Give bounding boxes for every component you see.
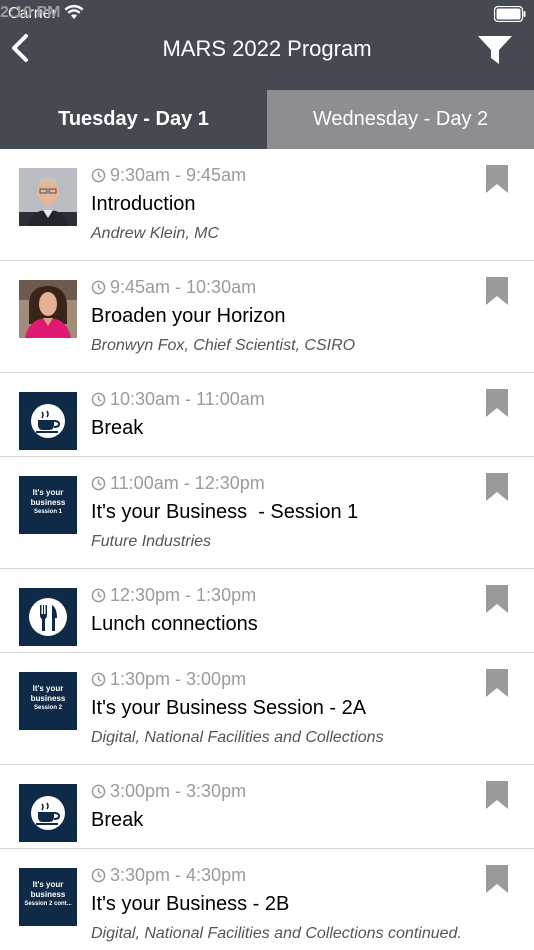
session-title: Lunch connections [91, 613, 258, 635]
speaker-photo-andrew-klein [19, 168, 77, 226]
session-time: 10:30am - 11:00am [110, 389, 265, 409]
thumbnail-subtitle: Session 2 [33, 705, 62, 711]
bookmark-icon[interactable] [486, 165, 508, 193]
clock-icon [91, 476, 106, 491]
session-track: Digital, National Facilities and Collect… [91, 729, 384, 746]
session-track: Future Industries [91, 533, 212, 550]
session-row[interactable]: It's your business Session 2 cont... 3:3… [0, 849, 534, 950]
session-row[interactable]: 12:30pm - 1:30pm Lunch connections [0, 569, 534, 653]
session-speaker: Bronwyn Fox, Chief Scientist, CSIRO [91, 337, 356, 354]
bookmark-icon[interactable] [486, 473, 508, 501]
bookmark-icon[interactable] [486, 389, 508, 417]
clock-icon [91, 784, 106, 799]
clock-icon [91, 868, 106, 883]
clock-icon [91, 168, 106, 183]
session-title: Introduction [91, 193, 196, 215]
status-time: 2:10 PM [0, 4, 61, 21]
session-time: 1:30pm - 3:00pm [110, 669, 247, 689]
session-time: 3:30pm - 4:30pm [110, 865, 247, 885]
session-row[interactable]: It's your business Session 1 11:00am - 1… [0, 457, 534, 569]
page-title: MARS 2022 Program [162, 36, 372, 61]
session-row[interactable]: 9:45am - 10:30am Broaden your Horizon Br… [0, 261, 534, 373]
session-row[interactable]: 3:00pm - 3:30pm Break [0, 765, 534, 849]
thumbnail-title: It's your business [30, 488, 66, 507]
tab-day-1[interactable]: Tuesday - Day 1 [0, 90, 267, 149]
session-thumbnail: It's your business Session 1 [19, 476, 77, 534]
session-time: 3:00pm - 3:30pm [110, 781, 247, 801]
session-track: Digital, National Facilities and Collect… [91, 925, 462, 942]
session-speaker: Andrew Klein, MC [91, 225, 220, 242]
session-title: Break [91, 417, 144, 439]
speaker-photo-bronwyn-fox [19, 280, 77, 338]
session-title: Broaden your Horizon [91, 305, 286, 327]
session-row[interactable]: 9:30am - 9:45am Introduction Andrew Klei… [0, 149, 534, 261]
session-time: 11:00am - 12:30pm [110, 473, 265, 493]
bookmark-icon[interactable] [486, 669, 508, 697]
session-thumbnail: It's your business Session 2 cont... [19, 868, 77, 926]
thumbnail-subtitle: Session 1 [33, 509, 62, 515]
thumbnail-title: It's your business [30, 684, 66, 703]
bookmark-icon[interactable] [486, 781, 508, 809]
thumbnail-subtitle: Session 2 cont... [24, 901, 72, 907]
session-title: It's your Business - 2B [91, 893, 290, 915]
session-time: 9:45am - 10:30am [110, 277, 257, 297]
session-title: Break [91, 809, 144, 831]
session-title: It's your Business Session - 2A [91, 697, 367, 719]
status-bar: Carrier 2:10 PM [0, 0, 534, 28]
bookmark-icon[interactable] [486, 585, 508, 613]
bookmark-icon[interactable] [486, 865, 508, 893]
thumbnail-title: It's your business [30, 880, 66, 899]
session-list: 9:30am - 9:45am Introduction Andrew Klei… [0, 149, 534, 950]
day-tabs: Tuesday - Day 1 Wednesday - Day 2 [0, 90, 534, 149]
top-bar: Carrier 2:10 PM MARS 2022 Program [0, 0, 534, 90]
session-thumbnail: It's your business Session 2 [19, 672, 77, 730]
clock-icon [91, 392, 106, 407]
bookmark-icon[interactable] [486, 277, 508, 305]
coffee-icon [19, 784, 77, 842]
clock-icon [91, 588, 106, 603]
coffee-icon [19, 392, 77, 450]
clock-icon [91, 672, 106, 687]
session-row[interactable]: 10:30am - 11:00am Break [0, 373, 534, 457]
session-time: 12:30pm - 1:30pm [110, 585, 257, 605]
filter-icon[interactable] [476, 32, 514, 68]
session-time: 9:30am - 9:45am [110, 165, 247, 185]
clock-icon [91, 280, 106, 295]
session-title: It's your Business - Session 1 [91, 501, 359, 523]
cutlery-icon [19, 588, 77, 646]
session-row[interactable]: It's your business Session 2 1:30pm - 3:… [0, 653, 534, 765]
battery-icon [494, 6, 526, 22]
tab-day-2[interactable]: Wednesday - Day 2 [267, 90, 534, 149]
